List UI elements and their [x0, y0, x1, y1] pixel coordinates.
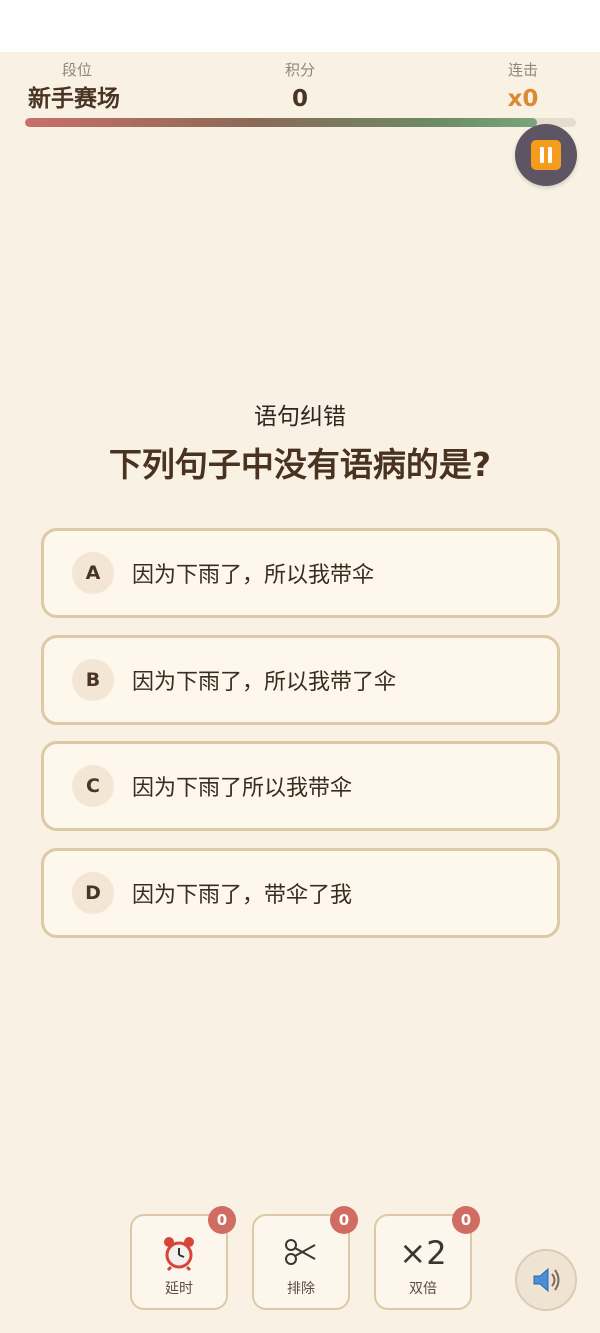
- alarm-clock-icon: [132, 1234, 226, 1280]
- option-text: 因为下雨了，带伞了我: [132, 882, 353, 908]
- option-letter: C: [72, 765, 114, 807]
- sound-toggle-button[interactable]: [515, 1249, 577, 1311]
- option-letter: B: [72, 658, 114, 701]
- powerup-double-label: 双倍: [409, 1281, 437, 1297]
- option-b[interactable]: B 因为下雨了，所以我带了伞: [41, 634, 560, 725]
- pause-icon: [531, 140, 561, 170]
- timer-bar: [25, 118, 576, 127]
- score-label: 积分: [284, 61, 315, 79]
- scissors-icon: [254, 1234, 348, 1278]
- pause-button[interactable]: [515, 124, 577, 186]
- option-c[interactable]: C 因为下雨了所以我带伞: [41, 741, 560, 831]
- option-text: 因为下雨了所以我带伞: [132, 776, 353, 801]
- powerup-time-button[interactable]: 延时 0: [130, 1206, 236, 1310]
- option-d[interactable]: D 因为下雨了，带伞了我: [41, 847, 560, 938]
- combo-value: x0: [507, 86, 539, 112]
- powerup-double-count: 0: [452, 1206, 480, 1234]
- rank-stat: 段位 新手赛场: [28, 52, 128, 112]
- question-type: 语句纠错: [254, 404, 346, 430]
- powerup-time-count: 0: [208, 1206, 236, 1234]
- speaker-icon: [533, 1267, 560, 1293]
- powerup-eliminate-button[interactable]: 排除 0: [252, 1206, 358, 1310]
- option-letter: A: [72, 552, 114, 594]
- option-letter: D: [72, 871, 114, 914]
- score-value: 0: [291, 86, 308, 112]
- option-a[interactable]: A 因为下雨了，所以我带伞: [41, 528, 560, 618]
- combo-stat: 连击 x0: [478, 52, 568, 112]
- powerup-eliminate-label: 排除: [287, 1281, 315, 1297]
- rank-value: 新手赛场: [28, 86, 120, 112]
- game-screen: 段位 新手赛场 积分 0 连击 x0 语句纠错 下列句子中没有语病的是? A 因…: [0, 52, 600, 1333]
- option-text: 因为下雨了，所以我带伞: [132, 563, 375, 588]
- times-two-icon: ×2: [399, 1234, 447, 1272]
- powerup-eliminate-count: 0: [330, 1206, 358, 1234]
- answer-options: A 因为下雨了，所以我带伞 B 因为下雨了，所以我带了伞 C 因为下雨了所以我带…: [41, 528, 560, 954]
- option-text: 因为下雨了，所以我带了伞: [132, 669, 397, 695]
- combo-label: 连击: [507, 61, 538, 79]
- powerup-time-label: 延时: [165, 1281, 193, 1297]
- score-stat: 积分 0: [250, 52, 350, 112]
- rank-label: 段位: [62, 61, 93, 79]
- timer-bar-fill: [25, 118, 538, 127]
- question-text: 下列句子中没有语病的是?: [108, 445, 492, 484]
- powerup-double-button[interactable]: ×2 双倍 0: [374, 1206, 480, 1310]
